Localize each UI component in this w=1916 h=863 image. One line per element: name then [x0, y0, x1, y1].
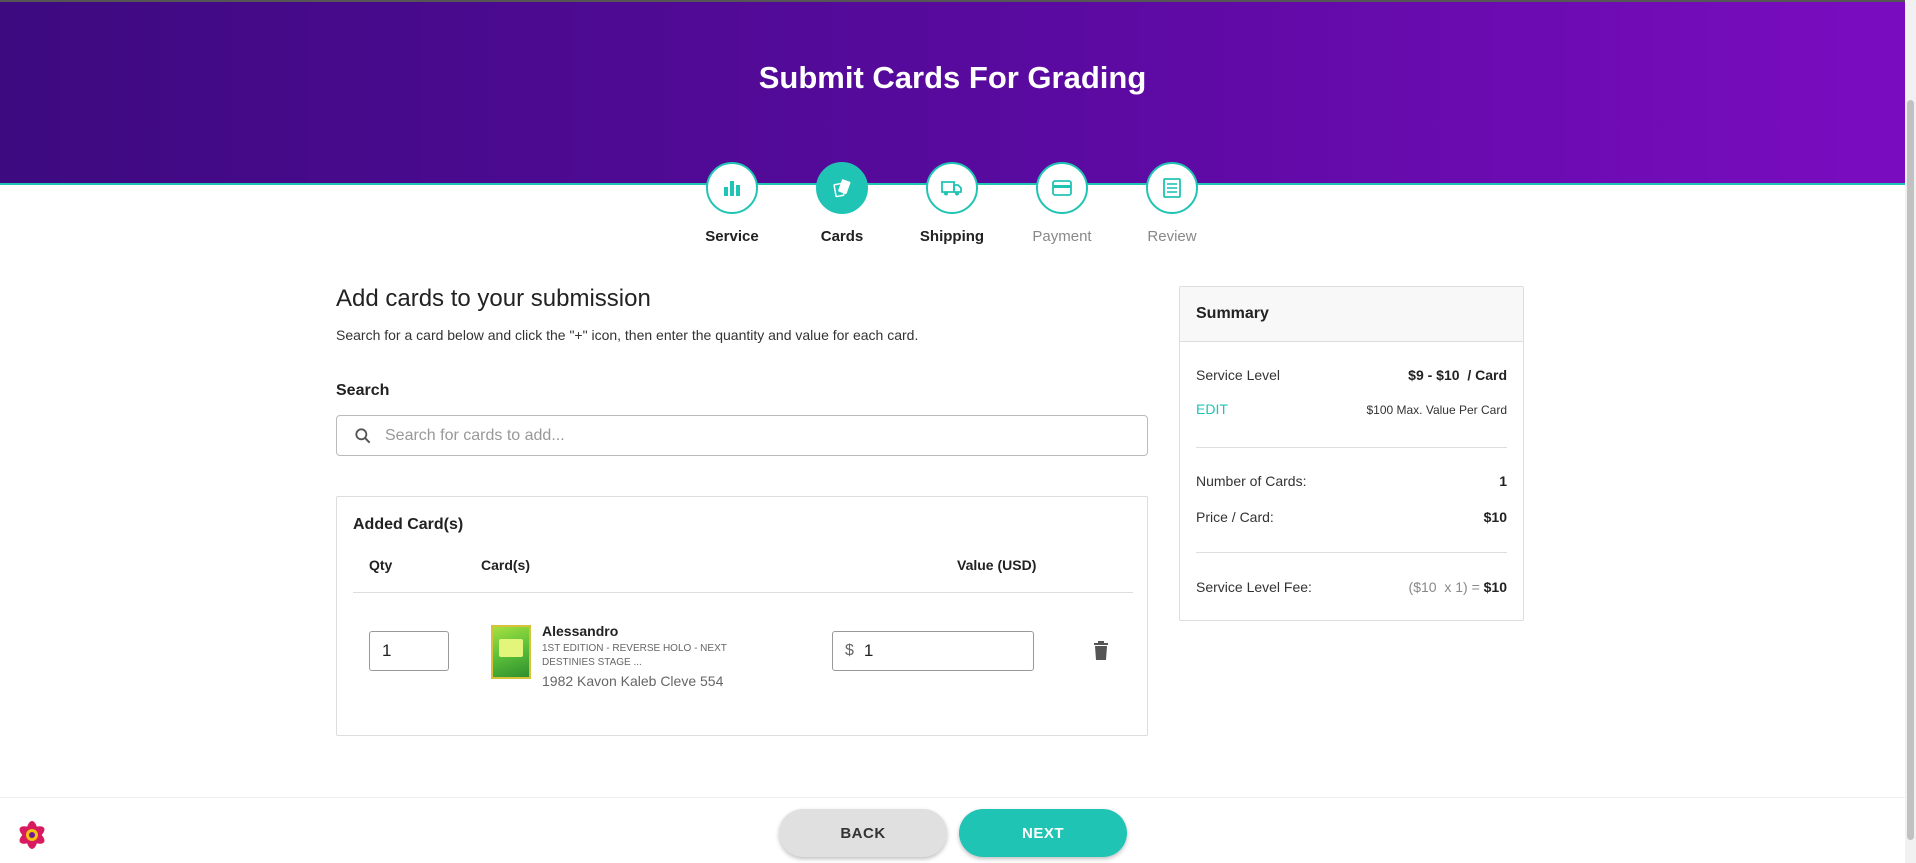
- edit-row: EDIT $100 Max. Value Per Card: [1196, 401, 1507, 417]
- value-field[interactable]: $: [832, 631, 1034, 671]
- footer-bar: BACK NEXT: [0, 797, 1905, 863]
- card-name: Alessandro: [542, 623, 619, 639]
- max-value-text: $100 Max. Value Per Card: [1366, 403, 1507, 417]
- search-input[interactable]: [385, 426, 1125, 445]
- price-row: Price / Card: $10: [1196, 509, 1507, 525]
- step-label: Review: [1147, 228, 1197, 245]
- list-icon: [1163, 178, 1181, 198]
- fee-value: ($10 x 1) = $10: [1409, 579, 1507, 595]
- progress-stepper: Service Cards Shipping Payment Review: [0, 162, 1905, 252]
- edit-service-link[interactable]: EDIT: [1196, 401, 1228, 417]
- app-root: Submit Cards For Grading Service Cards S…: [0, 0, 1916, 863]
- step-label: Shipping: [919, 228, 985, 245]
- card-description: 1ST EDITION - REVERSE HOLO - NEXT DESTIN…: [542, 643, 727, 668]
- service-level-row: Service Level $9 - $10 / Card: [1196, 367, 1507, 383]
- column-header-cards: Card(s): [481, 557, 531, 573]
- cards-icon: [833, 179, 851, 198]
- section-title: Add cards to your submission: [336, 285, 651, 312]
- table-header: Qty Card(s) Value (USD): [353, 557, 1133, 593]
- step-payment[interactable]: Payment: [1007, 162, 1117, 245]
- page-title: Submit Cards For Grading: [758, 60, 1147, 95]
- step-service[interactable]: Service: [677, 162, 787, 245]
- fee-formula: ($10 x 1) =: [1408, 579, 1484, 595]
- search-field[interactable]: [336, 415, 1148, 456]
- service-level-value: $9 - $10 / Card: [1408, 367, 1507, 383]
- step-payment-circle[interactable]: [1036, 162, 1088, 214]
- step-label: Payment: [1032, 228, 1092, 245]
- fee-total: $10: [1483, 579, 1507, 595]
- price-label: Price / Card:: [1196, 509, 1274, 525]
- card-thumbnail: [491, 625, 531, 679]
- fee-row: Service Level Fee: ($10 x 1) = $10: [1196, 579, 1507, 595]
- step-label: Cards: [820, 228, 864, 245]
- quantity-input[interactable]: [369, 631, 449, 671]
- delete-icon[interactable]: [1089, 639, 1113, 663]
- num-cards-value: 1: [1499, 473, 1507, 489]
- card-meta: 1982 Kavon Kaleb Cleve 554: [542, 673, 724, 689]
- back-button[interactable]: BACK: [779, 809, 947, 857]
- added-cards-panel: Added Card(s) Qty Card(s) Value (USD) Al…: [336, 496, 1148, 736]
- search-icon: [355, 427, 371, 443]
- page-header: Submit Cards For Grading: [0, 2, 1905, 185]
- credit-card-icon: [1052, 180, 1072, 196]
- added-cards-title: Added Card(s): [353, 516, 464, 533]
- currency-symbol: $: [845, 642, 854, 659]
- step-shipping[interactable]: Shipping: [897, 162, 1007, 245]
- price-value: $10: [1483, 509, 1507, 525]
- service-level-label: Service Level: [1196, 367, 1281, 383]
- step-review[interactable]: Review: [1117, 162, 1227, 245]
- search-label: Search: [336, 382, 390, 399]
- step-cards-circle[interactable]: [816, 162, 868, 214]
- scrollbar-thumb[interactable]: [1907, 100, 1914, 840]
- step-service-circle[interactable]: [706, 162, 758, 214]
- column-header-value: Value (USD): [957, 557, 1037, 573]
- step-review-circle[interactable]: [1146, 162, 1198, 214]
- bar-chart-icon: [724, 181, 740, 196]
- step-label: Service: [705, 228, 759, 245]
- section-subtitle: Search for a card below and click the "+…: [336, 327, 919, 343]
- summary-panel: Summary Service Level $9 - $10 / Card ED…: [1179, 286, 1524, 621]
- fee-label: Service Level Fee:: [1196, 579, 1312, 595]
- cards-section: Add cards to your submission Search for …: [336, 285, 1148, 736]
- step-shipping-circle[interactable]: [926, 162, 978, 214]
- column-header-qty: Qty: [369, 557, 393, 573]
- num-cards-label: Number of Cards:: [1196, 473, 1307, 489]
- summary-divider: [1196, 447, 1507, 448]
- page-scrollbar[interactable]: [1905, 0, 1916, 863]
- truck-icon: [941, 181, 962, 196]
- step-cards[interactable]: Cards: [787, 162, 897, 245]
- next-button[interactable]: NEXT: [959, 809, 1127, 857]
- app-logo-icon[interactable]: [11, 814, 53, 856]
- summary-divider: [1196, 552, 1507, 553]
- table-row: Alessandro 1ST EDITION - REVERSE HOLO - …: [353, 617, 1133, 697]
- value-input[interactable]: [863, 641, 1014, 661]
- summary-title: Summary: [1180, 287, 1523, 342]
- num-cards-row: Number of Cards: 1: [1196, 473, 1507, 489]
